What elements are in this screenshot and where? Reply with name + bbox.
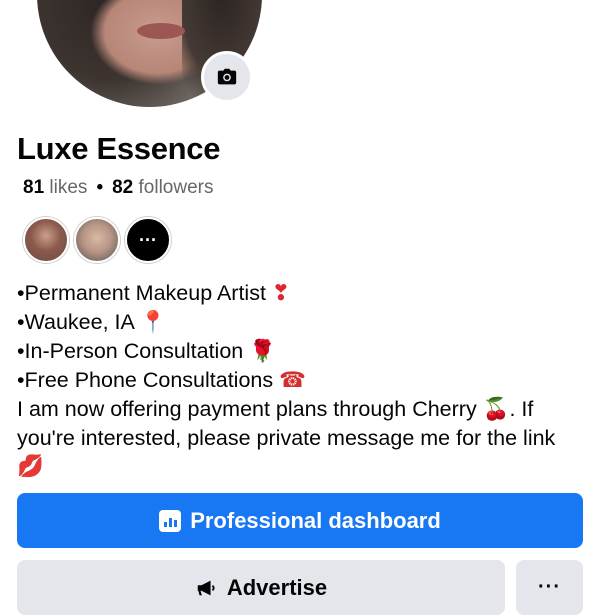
friends-preview: ··· [23,217,176,263]
bio-line: •Free Phone Consultations ☎ [17,366,587,395]
bio-line-text: •Permanent Makeup Artist [17,281,272,305]
professional-dashboard-label: Professional dashboard [190,507,441,533]
page-name: Luxe Essence [17,131,221,166]
bio-line: •In-Person Consultation 🌹 [17,337,587,366]
advertise-button[interactable]: Advertise [17,560,505,615]
kiss-mark-icon: 💋 [17,454,44,479]
more-dots-icon: ··· [538,576,561,598]
heart-exclamation-icon: ❣ [271,281,290,306]
bio-line: •Permanent Makeup Artist ❣ [17,279,587,308]
bio-paragraph-text: I am now offering payment plans through … [17,397,483,421]
telephone-icon: ☎ [279,368,306,393]
friend-avatar[interactable] [74,217,120,263]
more-dots-icon: ··· [139,230,157,250]
rose-icon: 🌹 [249,339,276,364]
cherries-icon: 🍒 [482,397,510,422]
bio-paragraph: I am now offering payment plans through … [17,395,587,481]
change-profile-photo-button[interactable] [201,51,253,103]
likes-stat[interactable]: 81 likes [23,177,87,198]
professional-dashboard-button[interactable]: Professional dashboard [17,493,583,548]
likes-label: likes [49,177,88,198]
bio-line: •Waukee, IA 📍 [17,308,587,337]
more-options-button[interactable]: ··· [516,560,583,615]
likes-count: 81 [23,177,45,198]
profile-picture-lips [137,23,185,39]
dashboard-chart-icon [159,509,182,532]
more-friends-button[interactable]: ··· [125,217,171,263]
followers-count: 82 [112,177,134,198]
bio-line-text: •In-Person Consultation [17,339,250,363]
followers-label: followers [138,177,214,198]
camera-icon [217,68,237,85]
bio-line-text: •Free Phone Consultations [17,368,280,392]
megaphone-icon [197,580,215,595]
stats-separator: • [96,177,104,198]
profile-bio: •Permanent Makeup Artist ❣ •Waukee, IA 📍… [17,279,587,481]
bio-line-text: •Waukee, IA [17,310,140,334]
friend-avatar[interactable] [23,217,69,263]
followers-stat[interactable]: 82 followers [112,177,213,198]
round-pushpin-icon: 📍 [139,310,167,335]
advertise-label: Advertise [226,574,328,600]
profile-stats: 81 likes • 82 followers [23,177,214,199]
